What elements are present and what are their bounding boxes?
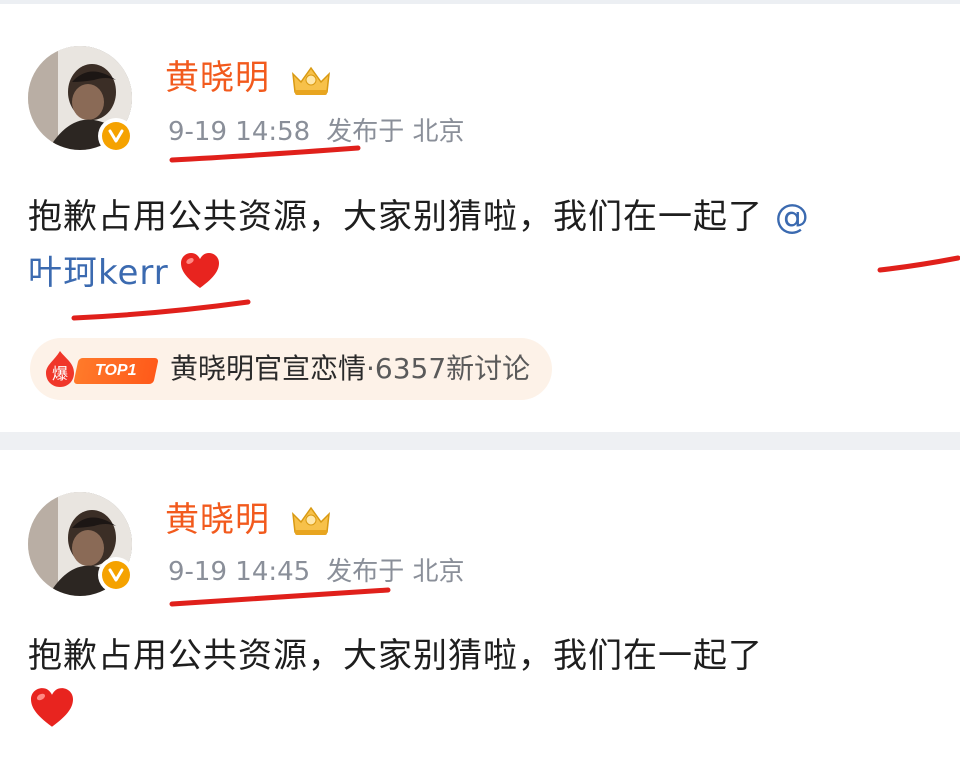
username[interactable]: 黄晓明: [165, 500, 270, 540]
mention-at[interactable]: @: [775, 197, 810, 237]
verified-v-icon: [102, 122, 130, 150]
top-rank-badge: TOP1: [73, 358, 159, 384]
annotation-underline: [169, 587, 391, 607]
mention-link[interactable]: 叶珂kerr: [28, 253, 169, 293]
annotation-underline: [169, 145, 361, 163]
fire-badge-label: 爆: [52, 364, 68, 383]
post-text: 抱歉占用公共资源，大家别猜啦，我们在一起了: [28, 636, 763, 676]
verified-badge: [98, 557, 134, 593]
crown-icon[interactable]: [287, 62, 335, 98]
verified-v-icon: [102, 561, 130, 589]
verified-badge: [98, 118, 134, 154]
annotation-underline: [71, 299, 251, 321]
hot-topic-title: 黄晓明官宣恋情: [170, 352, 367, 385]
username[interactable]: 黄晓明: [165, 58, 270, 98]
hot-topic-discussion: ·6357新讨论: [366, 352, 531, 385]
top-rank-label: TOP1: [95, 362, 137, 379]
hot-topic-text[interactable]: 黄晓明官宣恋情·6357新讨论: [170, 350, 530, 388]
post-content: 抱歉占用公共资源，大家别猜啦，我们在一起了 @ 叶珂kerr: [28, 189, 938, 307]
hot-topic-pill[interactable]: 爆 TOP1 黄晓明官宣恋情·6357新讨论: [30, 338, 552, 400]
post-text: 抱歉占用公共资源，大家别猜啦，我们在一起了: [28, 197, 763, 237]
annotation-underline: [877, 255, 960, 273]
crown-icon[interactable]: [287, 502, 335, 538]
weibo-post: 黄晓明 9-19 14:58 发布于 北京 抱歉占用公共资源，大家别猜啦，我们在一…: [0, 0, 960, 436]
post-separator: [0, 432, 960, 450]
heart-icon: [28, 687, 76, 746]
post-content: 抱歉占用公共资源，大家别猜啦，我们在一起了: [28, 628, 938, 746]
